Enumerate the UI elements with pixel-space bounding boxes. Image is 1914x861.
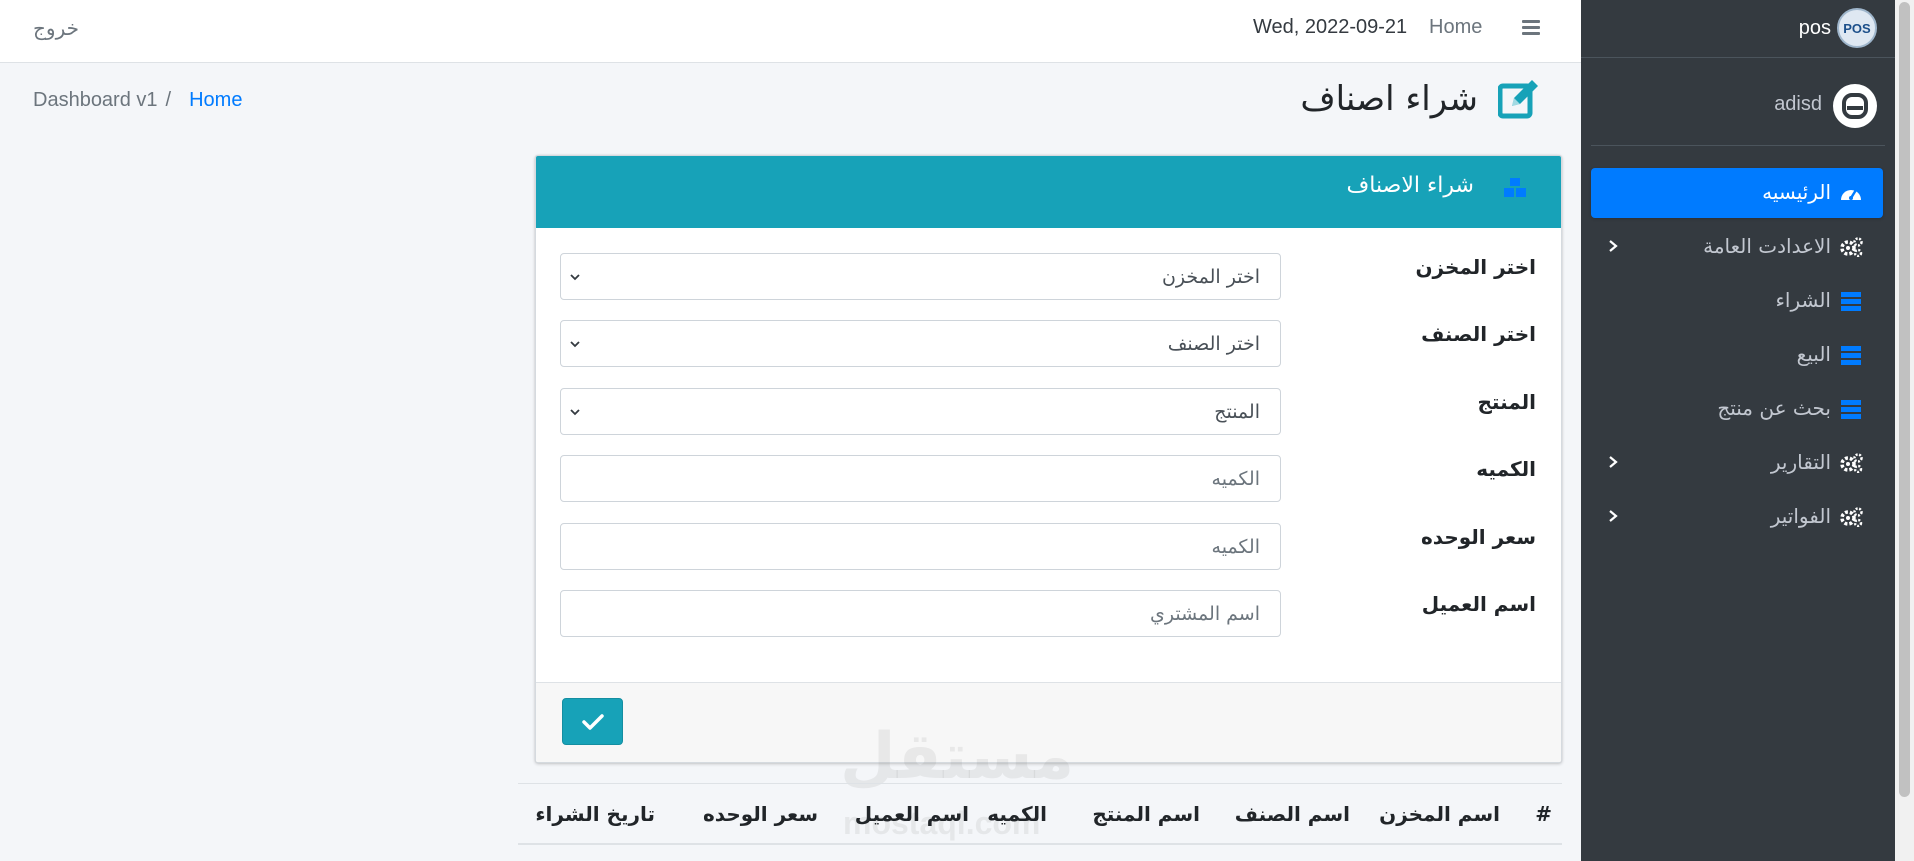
th-customer: اسم العميل (854, 802, 969, 826)
customer-input[interactable]: اسم المشتري (560, 590, 1281, 637)
user-initial-icon (1842, 93, 1868, 119)
form-row-product: المنتج المنتج (536, 388, 1561, 436)
category-select-value: اختر الصنف (1167, 332, 1260, 355)
sidebar-item-label: الرئيسيه (1762, 180, 1831, 204)
customer-placeholder: اسم المشتري (1150, 602, 1260, 625)
customer-label: اسم العميل (1421, 592, 1536, 616)
avatar (1833, 84, 1877, 128)
submit-button[interactable] (562, 698, 623, 745)
hamburger-menu-icon[interactable] (1522, 20, 1540, 36)
chevron-left-icon (1609, 510, 1618, 522)
unit-price-placeholder: الكميه (1211, 535, 1260, 558)
sidebar-item-reports[interactable]: التقارير (1591, 438, 1883, 488)
page-title-block: شراء اصناف (1300, 78, 1540, 120)
user-name[interactable]: adisd (1774, 93, 1822, 116)
sidebar-item-label: التقارير (1770, 450, 1831, 474)
boxes-icon (1504, 178, 1526, 197)
cogs-icon (1840, 507, 1863, 527)
product-select[interactable]: المنتج (560, 388, 1281, 435)
form-row-unit-price: سعر الوحده الكميه (536, 523, 1561, 571)
sidebar-item-label: الفواتير (1770, 504, 1831, 528)
th-quantity: الكميه (987, 802, 1047, 826)
server-icon (1841, 292, 1861, 311)
cogs-icon (1840, 237, 1863, 257)
category-label: اختر الصنف (1421, 322, 1536, 346)
sidebar-item-label: البيع (1796, 342, 1831, 366)
tachometer-icon (1841, 189, 1861, 200)
sidebar-item-general-settings[interactable]: الاعدادت العامة (1591, 222, 1883, 272)
form-row-quantity: الكميه الكميه (536, 455, 1561, 503)
warehouse-select-value: اختر المخزن (1161, 265, 1260, 288)
th-category: اسم الصنف (1234, 802, 1350, 826)
brand-link[interactable]: pos POS (1581, 0, 1895, 58)
sidebar-item-label: الشراء (1775, 288, 1832, 312)
purchases-table-header: # اسم المخزن اسم الصنف اسم المنتج الكميه… (518, 783, 1562, 845)
brand-logo: POS (1837, 8, 1877, 48)
th-index: # (1535, 802, 1552, 826)
chevron-left-icon (1609, 240, 1618, 252)
cogs-icon (1840, 453, 1863, 473)
form-row-customer: اسم العميل اسم المشتري (536, 590, 1561, 638)
logout-link[interactable]: خروج (33, 16, 79, 40)
nav-home-link[interactable]: Home (1429, 16, 1482, 39)
quantity-placeholder: الكميه (1211, 467, 1260, 490)
warehouse-label: اختر المخزن (1415, 255, 1536, 279)
check-icon (581, 713, 604, 730)
unit-price-label: سعر الوحده (1420, 525, 1536, 549)
sidebar-item-label: بحث عن منتج (1717, 396, 1831, 420)
sidebar-item-purchase[interactable]: الشراء (1591, 276, 1883, 326)
th-purchase-date: تاريخ الشراء (535, 802, 655, 826)
th-unit-price: سعر الوحده (702, 802, 818, 826)
brand-text: pos (1798, 17, 1831, 39)
th-product: اسم المنتج (1092, 802, 1200, 826)
card-header: شراء الاصناف (536, 156, 1561, 228)
breadcrumb: Dashboard v1 / Home (33, 89, 242, 112)
server-icon (1841, 400, 1861, 419)
quantity-label: الكميه (1476, 457, 1536, 481)
warehouse-select[interactable]: اختر المخزن (560, 253, 1281, 300)
page-scrollbar[interactable] (1895, 0, 1914, 861)
sidebar-item-product-search[interactable]: بحث عن منتج (1591, 384, 1883, 434)
breadcrumb-separator: / (165, 89, 172, 111)
chevron-down-icon (570, 409, 580, 416)
purchase-form-card: شراء الاصناف اختر المخزن اختر المخزن اخت… (535, 155, 1562, 763)
edit-icon (1498, 80, 1538, 119)
chevron-left-icon (1609, 456, 1618, 468)
server-icon (1841, 346, 1861, 365)
sidebar-item-home[interactable]: الرئيسيه (1591, 168, 1883, 218)
category-select[interactable]: اختر الصنف (560, 320, 1281, 367)
th-warehouse: اسم المخزن (1379, 802, 1500, 826)
product-select-value: المنتج (1214, 400, 1260, 423)
breadcrumb-home[interactable]: Home (189, 89, 242, 111)
sidebar-item-sales[interactable]: البيع (1591, 330, 1883, 380)
form-row-warehouse: اختر المخزن اختر المخزن (536, 253, 1561, 301)
sidebar-item-invoices[interactable]: الفواتير (1591, 492, 1883, 542)
user-panel: adisd (1591, 58, 1885, 146)
form-row-category: اختر الصنف اختر الصنف (536, 320, 1561, 368)
card-header-title: شراء الاصناف (1346, 173, 1474, 198)
main-sidebar: pos POS adisd الرئيسيه الاعدادت العامة ا… (1581, 0, 1895, 861)
chevron-down-icon (570, 274, 580, 281)
quantity-input[interactable]: الكميه (560, 455, 1281, 502)
sidebar-item-label: الاعدادت العامة (1703, 234, 1831, 258)
page-title: شراء اصناف (1300, 79, 1478, 119)
unit-price-input[interactable]: الكميه (560, 523, 1281, 570)
product-label: المنتج (1477, 390, 1536, 414)
scrollbar-thumb[interactable] (1899, 2, 1910, 797)
breadcrumb-dashboard[interactable]: Dashboard v1 (33, 89, 158, 111)
top-navbar: خروج Wed, 2022-09-21 Home (0, 0, 1581, 63)
chevron-down-icon (570, 341, 580, 348)
current-date: Wed, 2022-09-21 (1253, 16, 1408, 38)
